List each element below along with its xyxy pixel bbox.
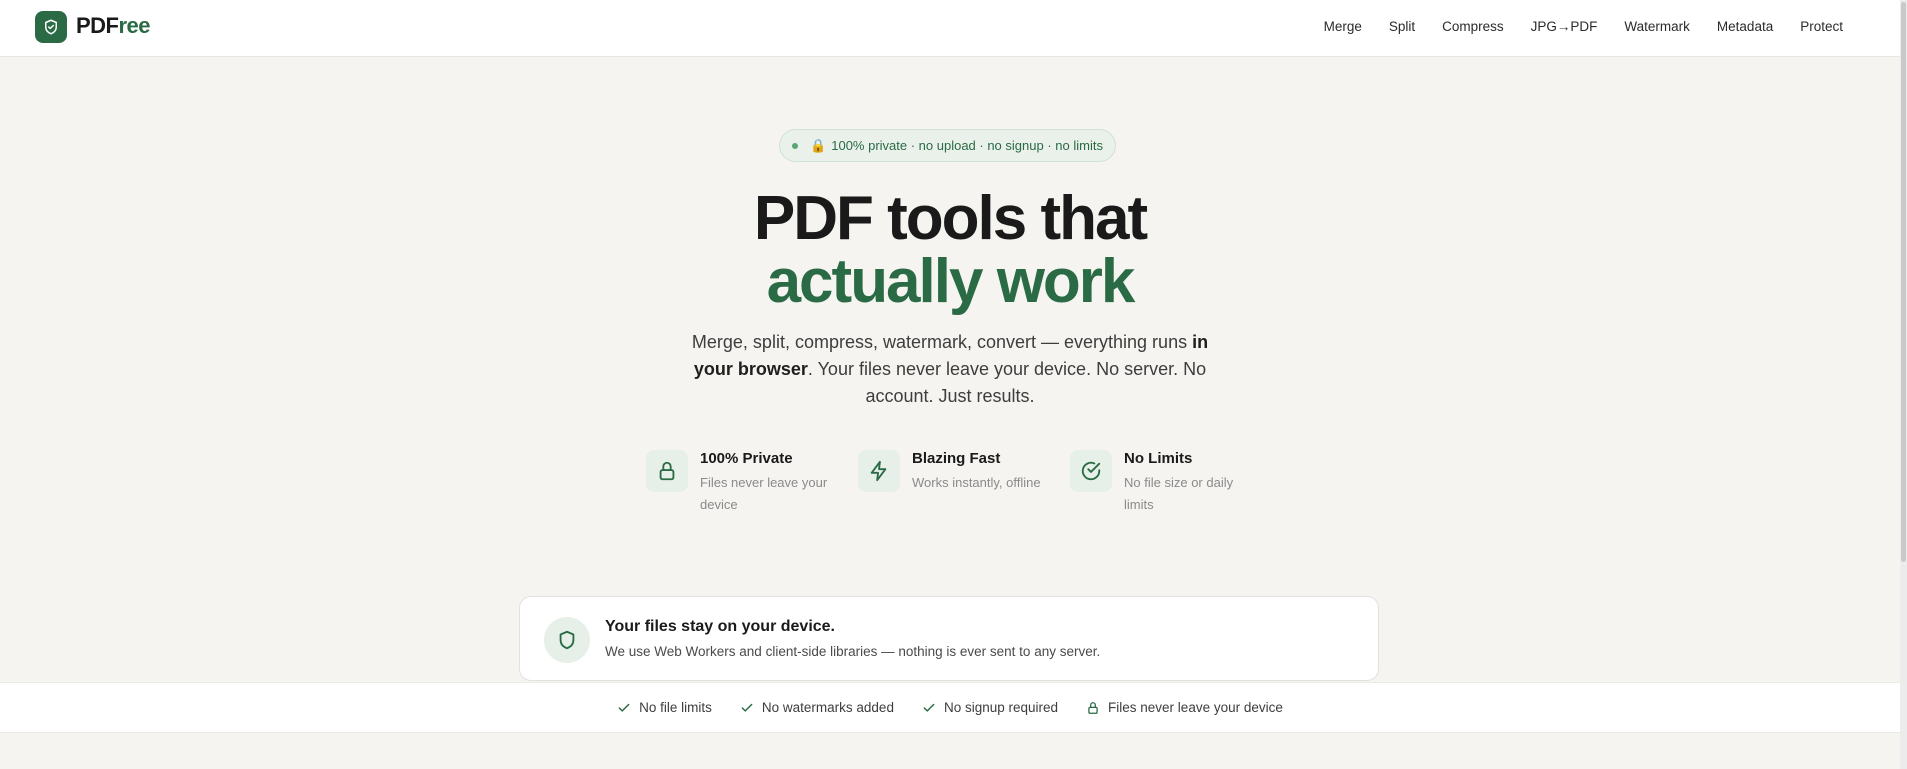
top-navbar: PDFree Merge Split Compress JPG→PDF Wate…: [0, 0, 1900, 57]
shield-icon: [544, 617, 590, 663]
feature-desc: Files never leave your device: [700, 475, 828, 512]
trust-item-label: No watermarks added: [761, 700, 894, 715]
brand-logo-text[interactable]: PDFree: [76, 13, 151, 39]
feature-fast: Blazing Fast Works instantly, offline: [858, 450, 1048, 520]
nav-item-protect[interactable]: Protect: [1800, 18, 1843, 36]
page-scrollbar-thumb[interactable]: [1901, 2, 1906, 562]
trust-item: Files never leave your device: [1086, 700, 1283, 715]
check-icon: [740, 701, 754, 715]
brand-name-part2: ree: [118, 13, 151, 38]
trust-item: No file limits: [617, 700, 712, 715]
brand-name-part1: PDF: [76, 13, 119, 38]
nav-item-watermark[interactable]: Watermark: [1624, 18, 1690, 36]
nav-item-split[interactable]: Split: [1389, 18, 1415, 36]
trust-item-label: No file limits: [639, 700, 712, 715]
hero-title-line1: PDF tools that: [753, 184, 1148, 253]
feature-title: 100% Private: [700, 450, 793, 467]
nav-item-jpg-to-pdf[interactable]: JPG→PDF: [1531, 18, 1598, 36]
trust-item-label: No signup required: [943, 700, 1059, 715]
trust-item-label: Files never leave your device: [1108, 700, 1283, 715]
nav-item-merge[interactable]: Merge: [1324, 18, 1362, 36]
feature-title: Blazing Fast: [912, 450, 1001, 467]
check-icon: [922, 701, 936, 715]
privacy-card-title: Your files stay on your device.: [605, 618, 835, 635]
feature-desc: No file size or daily limits: [1124, 475, 1234, 512]
lock-icon: [1086, 701, 1100, 715]
trust-item: No signup required: [922, 700, 1058, 715]
feature-no-limits: No Limits No file size or daily limits: [1070, 450, 1260, 520]
shield-check-icon[interactable]: [35, 11, 67, 43]
trust-strip: No file limits No watermarks added No si…: [0, 682, 1900, 733]
privacy-badge-text: 100% private · no upload · no signup · n…: [831, 138, 1103, 153]
hero-lead-part2: . Your files never leave your device. No…: [807, 359, 1207, 406]
check-icon: [617, 701, 631, 715]
privacy-card: Your files stay on your device. We use W…: [519, 596, 1379, 681]
check-circle-icon: [1070, 450, 1112, 492]
hero-lead-part1: Merge, split, compress, watermark, conve…: [691, 332, 1193, 352]
hero-lead: Merge, split, compress, watermark, conve…: [690, 329, 1210, 410]
nav-item-compress[interactable]: Compress: [1442, 18, 1504, 36]
lightning-icon: [858, 450, 900, 492]
lock-emoji-icon: 🔒: [810, 137, 827, 153]
hero-title-line2: actually work: [766, 247, 1136, 316]
feature-private: 100% Private Files never leave your devi…: [646, 450, 836, 520]
feature-title: No Limits: [1124, 450, 1193, 467]
feature-desc: Works instantly, offline: [912, 475, 1041, 490]
status-dot: [792, 142, 799, 149]
nav-item-metadata[interactable]: Metadata: [1717, 18, 1773, 36]
main-nav: Merge Split Compress JPG→PDF Watermark M…: [1297, 18, 1843, 36]
privacy-badge: 🔒 100% private · no upload · no signup ·…: [779, 129, 1116, 162]
privacy-card-desc: We use Web Workers and client-side libra…: [605, 644, 1101, 659]
trust-item: No watermarks added: [740, 700, 894, 715]
lock-icon: [646, 450, 688, 492]
